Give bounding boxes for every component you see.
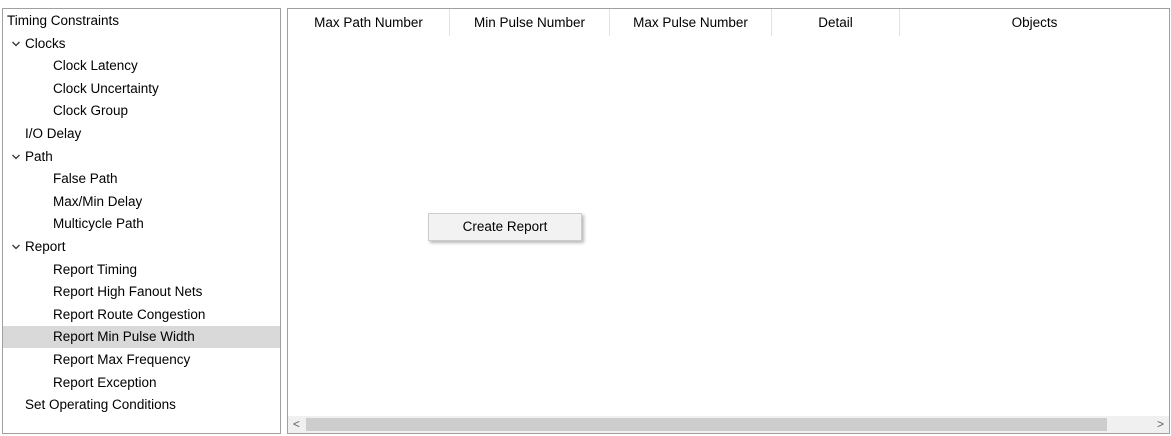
column-header-min-pulse-number[interactable]: Min Pulse Number <box>450 9 610 36</box>
tree-item-report-timing[interactable]: Report Timing <box>3 259 280 281</box>
report-table[interactable]: Max Path Number Min Pulse Number Max Pul… <box>287 8 1170 434</box>
tree-item-set-operating-conditions[interactable]: Set Operating Conditions <box>3 394 280 416</box>
chevron-down-icon[interactable] <box>10 236 22 258</box>
tree-item-false-path[interactable]: False Path <box>3 168 280 190</box>
tree-item-path[interactable]: Path <box>3 146 280 168</box>
tree-item-clocks[interactable]: Clocks <box>3 33 280 55</box>
tree-item-label: Report Min Pulse Width <box>53 329 195 345</box>
create-report-menu-item[interactable]: Create Report <box>429 214 581 240</box>
chevron-left-icon[interactable]: < <box>288 416 305 433</box>
tree-item-clock-group[interactable]: Clock Group <box>3 100 280 122</box>
tree-item-label: False Path <box>53 171 118 187</box>
tree-item-label: I/O Delay <box>25 126 82 141</box>
tree-item-max-min-delay[interactable]: Max/Min Delay <box>3 191 280 213</box>
chevron-right-icon[interactable]: > <box>1152 416 1169 433</box>
tree-item-timing-constraints[interactable]: Timing Constraints <box>3 10 280 32</box>
tree-item-label: Set Operating Conditions <box>25 397 176 413</box>
tree-item-label: Report Max Frequency <box>53 352 191 367</box>
tree-item-label: Clock Uncertainty <box>53 80 159 96</box>
tree-item-label: Multicycle Path <box>53 216 144 232</box>
constraints-tree[interactable]: Timing Constraints Clocks Clock Latency Clo… <box>2 8 281 434</box>
tree-item-label: Timing Constraints <box>7 13 120 28</box>
tree-item-label: Report Timing <box>53 261 138 277</box>
chevron-down-icon[interactable] <box>10 33 22 55</box>
tree-item-report[interactable]: Report <box>3 236 280 258</box>
table-header: Max Path Number Min Pulse Number Max Pul… <box>288 9 1169 36</box>
tree-item-multicycle-path[interactable]: Multicycle Path <box>3 213 280 235</box>
context-menu: Create Report <box>428 213 582 241</box>
tree-item-label: Clock Group <box>53 103 129 119</box>
tree-item-report-route-congestion[interactable]: Report Route Congestion <box>3 304 280 326</box>
column-header-objects[interactable]: Objects <box>900 9 1169 36</box>
column-header-detail[interactable]: Detail <box>772 9 900 36</box>
tree-item-report-exception[interactable]: Report Exception <box>3 372 280 394</box>
tree-item-label: Report <box>25 239 66 254</box>
tree-item-label: Path <box>25 148 53 164</box>
tree-item-clock-latency[interactable]: Clock Latency <box>3 55 280 77</box>
chevron-down-icon[interactable] <box>10 146 22 168</box>
tree-item-label: Clocks <box>25 35 66 51</box>
column-header-max-pulse-number[interactable]: Max Pulse Number <box>610 9 772 36</box>
tree-item-report-min-pulse-width[interactable]: Report Min Pulse Width <box>3 326 280 349</box>
tree-item-report-high-fanout-nets[interactable]: Report High Fanout Nets <box>3 281 280 303</box>
tree-item-label: Max/Min Delay <box>53 193 143 209</box>
tree-item-label: Report High Fanout Nets <box>53 284 203 300</box>
horizontal-scrollbar[interactable]: < > <box>288 416 1169 433</box>
tree-item-i-o-delay[interactable]: I/O Delay <box>3 123 280 145</box>
tree-item-label: Report Exception <box>53 374 157 390</box>
tree-item-report-max-frequency[interactable]: Report Max Frequency <box>3 349 280 371</box>
tree-item-label: Report Route Congestion <box>53 306 206 322</box>
tree-item-label: Clock Latency <box>53 58 138 74</box>
scrollbar-thumb[interactable] <box>306 418 1107 431</box>
tree-item-clock-uncertainty[interactable]: Clock Uncertainty <box>3 78 280 100</box>
column-header-max-path-number[interactable]: Max Path Number <box>288 9 450 36</box>
